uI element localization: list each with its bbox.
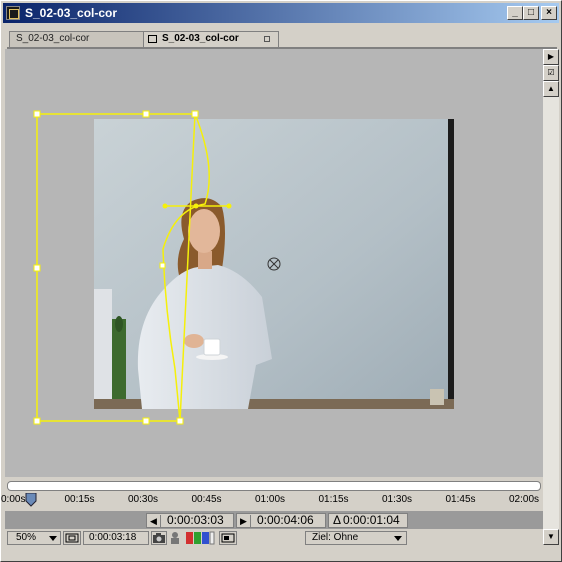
region-of-interest-icon[interactable]	[219, 531, 237, 545]
current-time: 0:00:03:18	[89, 532, 137, 543]
composition-tab-icon	[148, 35, 157, 43]
viewer-status-bar: 50% 0:00:03:18 Ziel: Ohne	[5, 530, 543, 546]
mask-bounding-box	[36, 113, 196, 422]
mask-vertex	[33, 417, 41, 425]
composition-window: S_02-03_col-cor _ □ × S_02-03_col-cor S_…	[0, 0, 562, 562]
tab-label: S_02-03_col-cor	[16, 33, 90, 44]
handle-point	[226, 203, 232, 209]
minimize-button[interactable]: _	[507, 6, 523, 20]
ruler-tick-label: 02:00s	[509, 494, 540, 505]
composition-viewer[interactable]	[5, 49, 543, 477]
tab-bar: S_02-03_col-cor S_02-03_col-cor	[3, 25, 559, 49]
maximize-button[interactable]: □	[523, 6, 539, 20]
mask-vertex	[142, 110, 150, 118]
title-bar[interactable]: S_02-03_col-cor _ □ ×	[3, 3, 559, 23]
handle-point	[162, 203, 168, 209]
ruler-tick-label: 01:15s	[318, 494, 349, 505]
mask-vertex	[142, 417, 150, 425]
mask-vertex	[33, 110, 41, 118]
zoom-value: 50%	[16, 532, 37, 543]
playhead-icon[interactable]	[25, 493, 37, 507]
zoom-dropdown[interactable]: 50%	[7, 531, 61, 545]
mask-vertex	[191, 110, 199, 118]
ruler-tick-label: 01:00s	[255, 494, 286, 505]
target-label: Ziel: Ohne	[312, 532, 359, 543]
set-in-point-button[interactable]: ◀	[147, 515, 161, 528]
mask-path	[162, 113, 210, 422]
time-controls: ◀ 0:00:03:03 ▶ 0:00:04:06 Δ 0:00:01:04	[5, 511, 543, 529]
vertical-scrollbar[interactable]: ▶ ☑ ▲ ▼	[543, 49, 559, 545]
window-title: S_02-03_col-cor	[25, 6, 118, 20]
set-out-point[interactable]: ▶ 0:00:04:06	[236, 513, 326, 528]
work-area-bar[interactable]	[7, 481, 541, 491]
composition-menu-button[interactable]: ▶	[543, 49, 559, 65]
mask-overlay[interactable]	[5, 49, 543, 477]
tab-menu-icon[interactable]	[264, 36, 270, 42]
tab-label: S_02-03_col-cor	[162, 33, 239, 44]
horizontal-scrollbar[interactable]	[5, 547, 543, 561]
tab-composition-inactive[interactable]: S_02-03_col-cor	[9, 31, 145, 47]
ruler-tick-label: 00:15s	[64, 494, 95, 505]
composition-icon[interactable]	[6, 6, 20, 20]
close-button[interactable]: ×	[541, 6, 557, 20]
camera-icon[interactable]	[151, 531, 167, 545]
target-dropdown[interactable]: Ziel: Ohne	[305, 531, 407, 545]
mask-vertex	[159, 262, 166, 269]
time-ruler-labels: 0:00s 00:15s 00:30s 00:45s 01:00s 01:15s 01:30…	[1, 491, 543, 511]
show-snapshot-icon[interactable]	[169, 531, 183, 545]
mask-vertex	[33, 264, 41, 272]
set-in-point[interactable]: ◀ 0:00:03:03	[146, 513, 234, 528]
ruler-tick-label: 00:45s	[191, 494, 222, 505]
scroll-down-arrow-icon[interactable]: ▼	[543, 529, 559, 545]
chevron-down-icon	[394, 536, 402, 541]
mask-vertex	[176, 417, 184, 425]
chevron-down-icon	[49, 536, 57, 541]
tab-composition-active[interactable]: S_02-03_col-cor	[143, 31, 279, 47]
time-ruler[interactable]: 0:00s 00:15s 00:30s 00:45s 01:00s 01:15s 01:30…	[1, 479, 543, 511]
current-time-display[interactable]: 0:00:03:18	[83, 531, 149, 545]
duration-time: 0:00:01:04	[343, 513, 400, 527]
ruler-tick-label: 0:00s	[1, 494, 26, 505]
handle-point	[193, 203, 199, 209]
duration-display: Δ 0:00:01:04	[328, 513, 408, 528]
ruler-tick-label: 01:45s	[445, 494, 476, 505]
in-point-time: 0:00:03:03	[167, 513, 224, 527]
anchor-point-icon	[267, 257, 281, 271]
toggle-view-checkbox[interactable]: ☑	[543, 65, 559, 81]
delta-icon: Δ	[333, 513, 342, 527]
title-action-safe-icon[interactable]	[63, 531, 81, 545]
ruler-tick-label: 00:30s	[128, 494, 159, 505]
set-out-point-button[interactable]: ▶	[237, 515, 251, 528]
ruler-tick-label: 01:30s	[382, 494, 413, 505]
rgb-channels-icon[interactable]	[185, 531, 215, 545]
out-point-time: 0:00:04:06	[257, 513, 314, 527]
scroll-up-arrow-icon[interactable]: ▲	[543, 81, 559, 97]
